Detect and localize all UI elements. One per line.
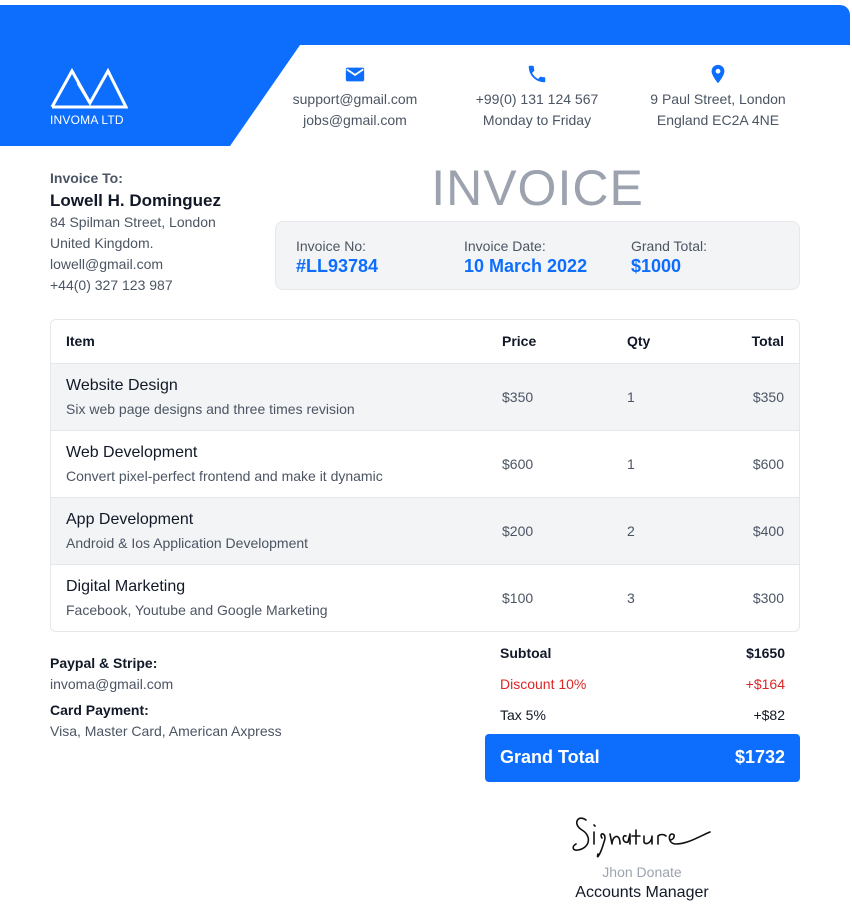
item-qty: 1 (627, 389, 635, 405)
invoice-number-value: #LL93784 (296, 256, 379, 276)
grand-total-bar-value: $1732 (734, 747, 785, 767)
invoice-number: Invoice No: #LL93784 (296, 238, 378, 277)
invoice-to-block: Invoice To: Lowell H. Dominguez 84 Spilm… (50, 168, 265, 296)
contact-phone: +99(0) 131 124 567 Monday to Friday (452, 63, 622, 131)
client-email[interactable]: lowell@gmail.com (50, 254, 265, 275)
tax-value: +$82 (753, 707, 785, 723)
signatory-name: Jhon Donate (602, 864, 682, 880)
invoice-title: INVOICE (431, 160, 644, 216)
item-name: App Development (66, 511, 194, 528)
table-row: Digital Marketing Facebook, Youtube and … (51, 564, 799, 631)
mountain-logo-icon (50, 67, 128, 109)
table-row: App Development Android & Ios Applicatio… (51, 497, 799, 564)
location-pin-icon (633, 63, 803, 85)
subtotal-value: $1650 (746, 645, 785, 661)
item-price: $200 (502, 523, 534, 539)
item-description: Six web page designs and three times rev… (66, 401, 355, 417)
company-logo: INVOMA LTD (50, 65, 130, 127)
item-qty: 1 (627, 456, 635, 472)
item-price: $600 (502, 456, 534, 472)
item-price: $350 (502, 389, 534, 405)
invoice-date-value: 10 March 2022 (464, 256, 588, 276)
payment-info: Paypal & Stripe: invoma@gmail.com Card P… (50, 653, 350, 742)
tax-row: Tax 5% +$82 (485, 701, 800, 732)
column-header-item: Item (66, 333, 95, 349)
subtotal-row: Subtoal $1650 (485, 639, 800, 670)
mail-icon (270, 63, 440, 85)
signature-image (571, 817, 711, 858)
signature-block: Jhon Donate Accounts Manager (552, 810, 732, 902)
tax-label: Tax 5% (500, 707, 546, 723)
company-name: INVOMA LTD (50, 113, 124, 127)
grand-total-bar: Grand Total $1732 (485, 734, 800, 782)
client-name: Lowell H. Dominguez (50, 191, 221, 210)
contact-line[interactable]: +99(0) 131 124 567 (452, 89, 622, 110)
item-name: Digital Marketing (66, 578, 186, 595)
table-header-row: Item Price Qty Total (51, 320, 799, 363)
client-address-line: United Kingdom. (50, 235, 154, 251)
invoice-meta-box: Invoice No: #LL93784 Invoice Date: 10 Ma… (275, 221, 800, 290)
grand-total-label: Grand Total: (631, 238, 708, 254)
table-row: Website Design Six web page designs and … (51, 363, 799, 430)
contact-email: support@gmail.com jobs@gmail.com (270, 63, 440, 131)
item-price: $100 (502, 590, 534, 606)
subtotal-label: Subtoal (500, 645, 552, 661)
contact-line: 9 Paul Street, London (650, 91, 786, 107)
item-description: Facebook, Youtube and Google Marketing (66, 602, 328, 618)
totals-summary: Subtoal $1650 Discount 10% +$164 Tax 5% … (485, 639, 800, 732)
header-bar (0, 5, 850, 45)
card-payment-value: Visa, Master Card, American Axpress (50, 723, 282, 739)
grand-total-bar-label: Grand Total (500, 747, 600, 767)
grand-total-value: $1000 (631, 256, 682, 276)
item-total: $600 (752, 456, 784, 472)
paypal-value[interactable]: invoma@gmail.com (50, 674, 350, 695)
item-name: Web Development (66, 444, 198, 461)
signatory-role: Accounts Manager (575, 884, 709, 901)
invoice-to-label: Invoice To: (50, 170, 123, 186)
column-header-qty: Qty (627, 333, 651, 349)
paypal-label: Paypal & Stripe: (50, 655, 158, 671)
item-total: $350 (752, 389, 784, 405)
invoice-date-label: Invoice Date: (464, 238, 546, 254)
column-header-price: Price (502, 333, 537, 349)
invoice-date: Invoice Date: 10 March 2022 (464, 238, 587, 277)
contact-line[interactable]: jobs@gmail.com (270, 110, 440, 131)
contact-line: Monday to Friday (482, 112, 592, 128)
client-address-line: 84 Spilman Street, London (50, 214, 216, 230)
header-brand-panel (0, 45, 300, 146)
item-qty: 3 (627, 590, 635, 606)
item-name: Website Design (66, 377, 178, 394)
table-row: Web Development Convert pixel-perfect fr… (51, 430, 799, 497)
discount-value: +$164 (745, 676, 785, 692)
discount-label: Discount 10% (500, 676, 587, 692)
client-phone: +44(0) 327 123 987 (50, 277, 173, 293)
card-payment-label: Card Payment: (50, 702, 149, 718)
column-header-total: Total (751, 333, 784, 349)
item-qty: 2 (627, 523, 635, 539)
contact-line: England EC2A 4NE (656, 112, 780, 128)
contact-line[interactable]: support@gmail.com (270, 89, 440, 110)
item-description: Android & Ios Application Development (66, 535, 309, 551)
invoice-page: INVOMA LTD support@gmail.com jobs@gmail.… (0, 5, 850, 915)
invoice-number-label: Invoice No: (296, 238, 367, 254)
contact-address: 9 Paul Street, London England EC2A 4NE (633, 63, 803, 131)
phone-icon (452, 63, 622, 85)
item-total: $400 (752, 523, 784, 539)
invoice-grand-total: Grand Total: $1000 (631, 238, 707, 277)
items-table: Item Price Qty Total Website Design Six … (50, 319, 800, 632)
item-total: $300 (752, 590, 784, 606)
discount-row: Discount 10% +$164 (485, 670, 800, 701)
item-description: Convert pixel-perfect frontend and make … (66, 468, 383, 484)
